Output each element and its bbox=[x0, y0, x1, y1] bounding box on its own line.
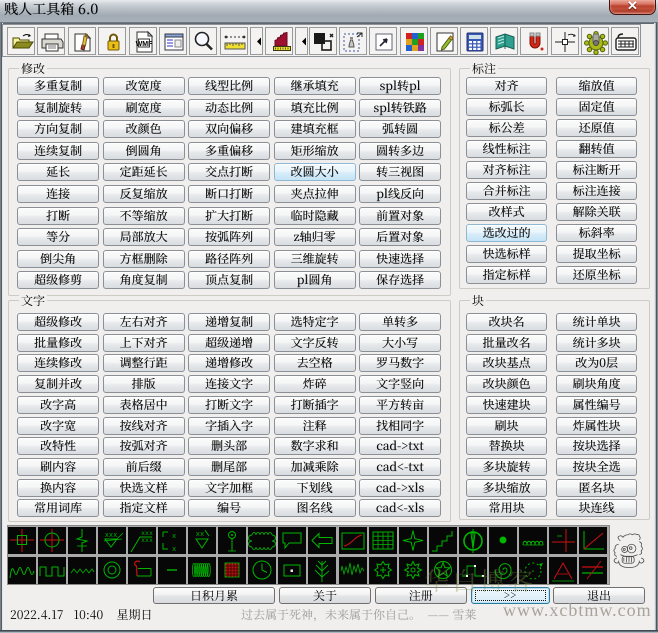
svg-text:x: x bbox=[172, 546, 176, 554]
svg-text:xxx: xxx bbox=[141, 537, 153, 544]
svg-text:xxx: xxx bbox=[141, 530, 153, 537]
svg-text:xx: xx bbox=[196, 531, 204, 539]
svg-text:x: x bbox=[172, 533, 176, 541]
